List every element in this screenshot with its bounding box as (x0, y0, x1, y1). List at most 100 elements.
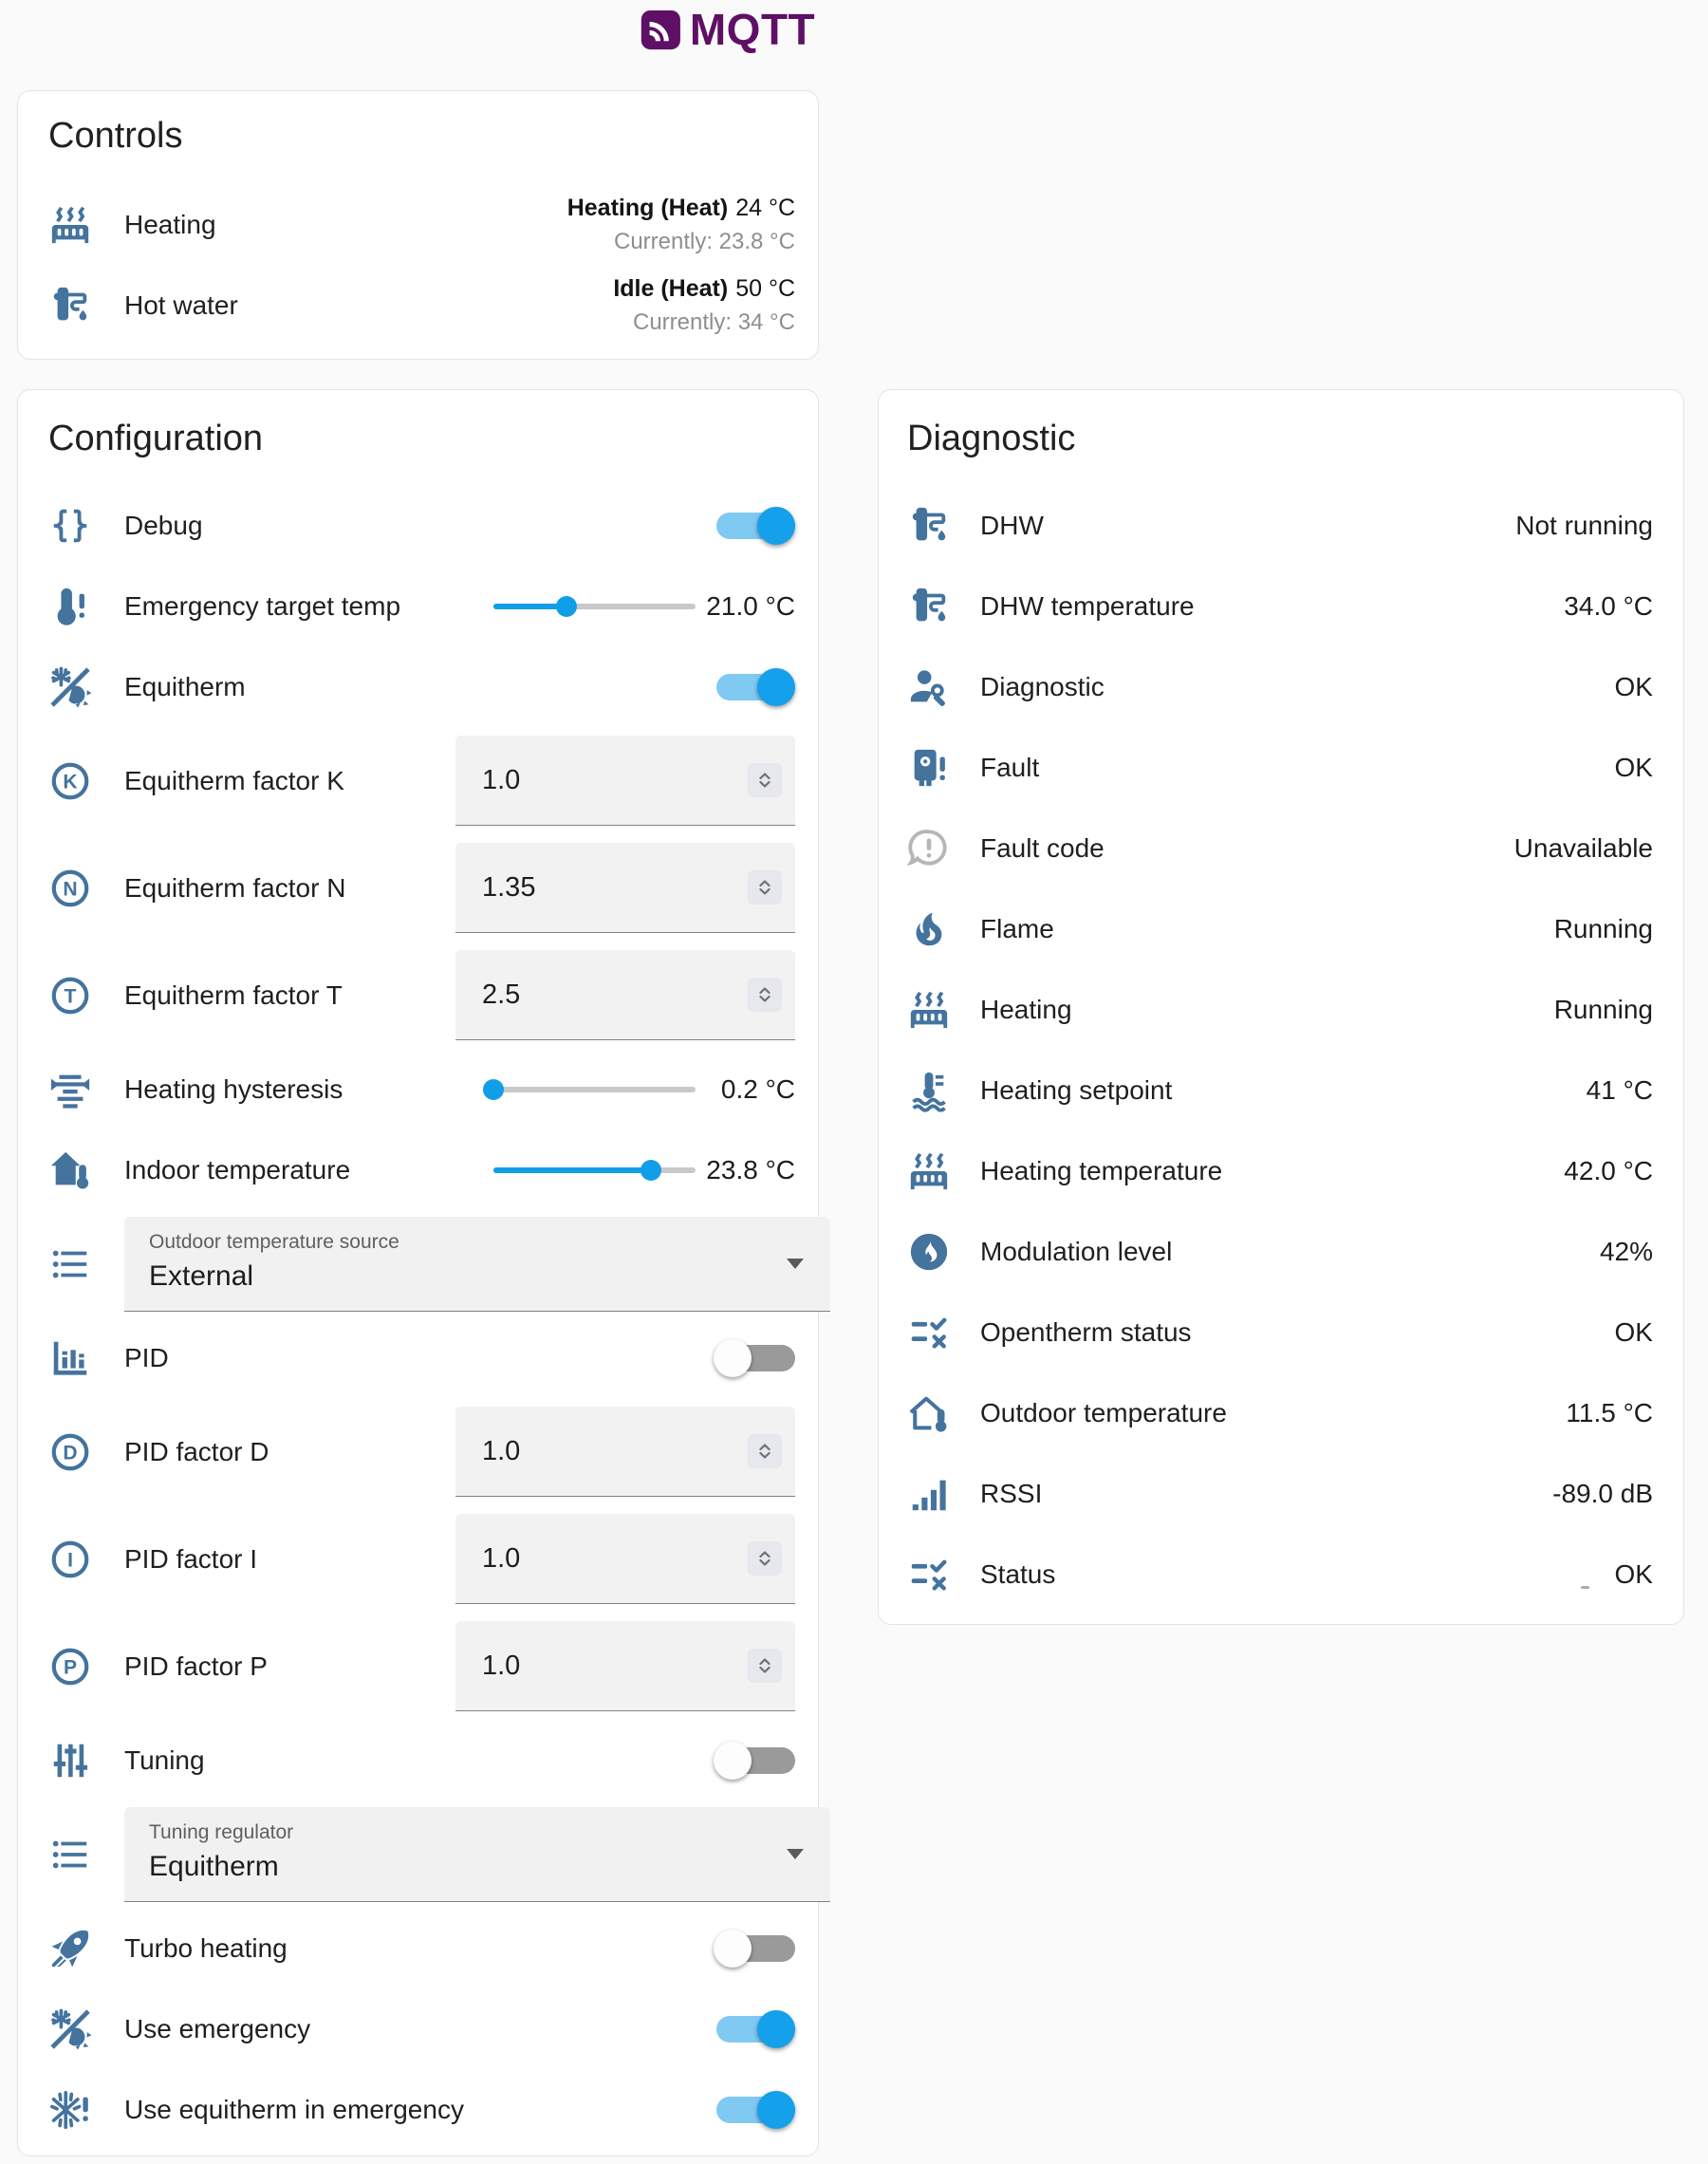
sensor-value: Unavailable (1514, 833, 1653, 864)
alpha-n-circle-icon (48, 867, 92, 910)
slider-value: 0.2 °C (696, 1074, 795, 1104)
coolant-temperature-icon (907, 1069, 951, 1112)
indoor-temperature-slider[interactable] (493, 1158, 696, 1183)
water-heater-row[interactable]: Hot water Idle (Heat)50 °C Currently: 34… (48, 265, 795, 345)
stepper-icon[interactable] (748, 1649, 782, 1683)
mqtt-logo-text: MQTT (690, 8, 815, 52)
config-row-equitherm-factor-t: Equitherm factor T 2.5 (48, 942, 795, 1049)
alpha-k-circle-icon (48, 759, 92, 803)
stepper-icon[interactable] (748, 763, 782, 797)
config-row-tuning-regulator: Tuning regulator Equitherm (48, 1800, 795, 1908)
sensor-value: OK (1615, 672, 1653, 702)
sensor-value: 41 °C (1587, 1075, 1653, 1106)
water-heater-state: Idle (Heat)50 °C Currently: 34 °C (613, 275, 795, 336)
pid-toggle[interactable] (714, 1339, 795, 1377)
sensor-value: OK (1615, 753, 1653, 783)
emergency-target-temp-slider[interactable] (493, 594, 696, 619)
tune-vertical-icon (48, 1739, 92, 1782)
signal-icon (907, 1472, 951, 1516)
mqtt-logo: MQTT (639, 8, 815, 52)
config-row-use-emergency: Use emergency (48, 1988, 795, 2069)
turbo-heating-toggle[interactable] (714, 1930, 795, 1968)
config-row-equitherm-factor-k: Equitherm factor K 1.0 (48, 727, 795, 834)
stepper-icon[interactable] (748, 1541, 782, 1576)
diagnostic-row-opentherm-status[interactable]: Opentherm status OK (907, 1292, 1653, 1372)
controls-card: Controls Heating Heating (Heat)24 °C Cur… (17, 90, 819, 360)
controls-title: Controls (48, 116, 795, 184)
stepper-icon[interactable] (748, 870, 782, 905)
config-row-turbo-heating: Turbo heating (48, 1908, 795, 1988)
rocket-launch-icon (48, 1927, 92, 1970)
diagnostic-card: Diagnostic DHW Not running DHW temperatu… (878, 389, 1684, 1625)
alpha-i-circle-icon (48, 1538, 92, 1581)
water-pump-icon (907, 504, 951, 548)
outdoor-temperature-source-select[interactable]: Outdoor temperature source External (124, 1217, 830, 1312)
dropdown-caret-icon (787, 1849, 804, 1859)
list-bulleted-icon (48, 1833, 92, 1876)
stray-mark (1581, 1586, 1589, 1589)
config-row-pid-factor-i: PID factor I 1.0 (48, 1505, 795, 1613)
water-pump-icon (907, 585, 951, 628)
config-row-debug: Debug (48, 485, 795, 566)
pid-factor-d-input[interactable]: 1.0 (455, 1407, 795, 1497)
diagnostic-row-dhw-temperature[interactable]: DHW temperature 34.0 °C (907, 566, 1653, 646)
sensor-value: Running (1554, 995, 1653, 1025)
equitherm-toggle[interactable] (714, 668, 795, 706)
radiator-icon (907, 1149, 951, 1193)
diagnostic-row-diagnostic[interactable]: Diagnostic OK (907, 646, 1653, 727)
config-row-heating-hysteresis: Heating hysteresis 0.2 °C (48, 1049, 795, 1129)
config-row-pid: PID (48, 1317, 795, 1398)
sensor-value: OK (1615, 1559, 1653, 1590)
mqtt-logo-icon (639, 8, 683, 52)
diagnostic-row-heating-temperature[interactable]: Heating temperature 42.0 °C (907, 1130, 1653, 1211)
slider-value: 23.8 °C (696, 1155, 795, 1185)
config-row-pid-factor-d: PID factor D 1.0 (48, 1398, 795, 1505)
equitherm-factor-k-input[interactable]: 1.0 (455, 736, 795, 826)
pid-factor-p-input[interactable]: 1.0 (455, 1621, 795, 1711)
snowflake-alert-icon (48, 2088, 92, 2132)
config-row-use-equitherm-in-emergency: Use equitherm in emergency (48, 2069, 795, 2150)
diagnostic-row-outdoor-temperature[interactable]: Outdoor temperature 11.5 °C (907, 1372, 1653, 1453)
list-bulleted-icon (48, 1242, 92, 1286)
diagnostic-row-fault-code[interactable]: Fault code Unavailable (907, 808, 1653, 888)
diagnostic-row-modulation-level[interactable]: Modulation level 42% (907, 1211, 1653, 1292)
chat-alert-icon (907, 827, 951, 870)
config-row-equitherm: Equitherm (48, 646, 795, 727)
sun-snowflake-icon (48, 665, 92, 709)
list-status-icon (907, 1311, 951, 1354)
tuning-regulator-select[interactable]: Tuning regulator Equitherm (124, 1807, 830, 1902)
water-pump-icon (48, 284, 92, 327)
sensor-value: 11.5 °C (1566, 1398, 1653, 1428)
diagnostic-row-heating[interactable]: Heating Running (907, 969, 1653, 1050)
sensor-value: Not running (1515, 511, 1653, 541)
climate-row-heating[interactable]: Heating Heating (Heat)24 °C Currently: 2… (48, 184, 795, 265)
sun-snowflake-icon (48, 2007, 92, 2051)
debug-toggle[interactable] (714, 507, 795, 545)
heating-hysteresis-slider[interactable] (493, 1077, 696, 1102)
code-braces-icon (48, 504, 92, 548)
config-row-emergency-target-temp: Emergency target temp 21.0 °C (48, 566, 795, 646)
home-thermometer-icon (48, 1148, 92, 1192)
tuning-toggle[interactable] (714, 1742, 795, 1780)
sensor-value: 42% (1600, 1237, 1653, 1267)
diagnostic-title: Diagnostic (907, 419, 1653, 485)
diagnostic-row-dhw[interactable]: DHW Not running (907, 485, 1653, 566)
diagnostic-row-fault[interactable]: Fault OK (907, 727, 1653, 808)
use-equitherm-in-emergency-toggle[interactable] (714, 2091, 795, 2129)
hysteresis-icon (48, 1068, 92, 1111)
diagnostic-row-status[interactable]: Status OK (907, 1534, 1653, 1614)
current-temperature: Currently: 23.8 °C (567, 229, 795, 255)
alpha-t-circle-icon (48, 974, 92, 1017)
equitherm-factor-t-input[interactable]: 2.5 (455, 950, 795, 1040)
fire-icon (907, 907, 951, 951)
use-emergency-toggle[interactable] (714, 2010, 795, 2048)
equitherm-factor-n-input[interactable]: 1.35 (455, 843, 795, 933)
diagnostic-row-heating-setpoint[interactable]: Heating setpoint 41 °C (907, 1050, 1653, 1130)
config-row-outdoor-temperature-source: Outdoor temperature source External (48, 1210, 795, 1317)
thermometer-alert-icon (48, 585, 92, 628)
pid-factor-i-input[interactable]: 1.0 (455, 1514, 795, 1604)
stepper-icon[interactable] (748, 1434, 782, 1468)
diagnostic-row-flame[interactable]: Flame Running (907, 888, 1653, 969)
stepper-icon[interactable] (748, 978, 782, 1012)
diagnostic-row-rssi[interactable]: RSSI -89.0 dB (907, 1453, 1653, 1534)
